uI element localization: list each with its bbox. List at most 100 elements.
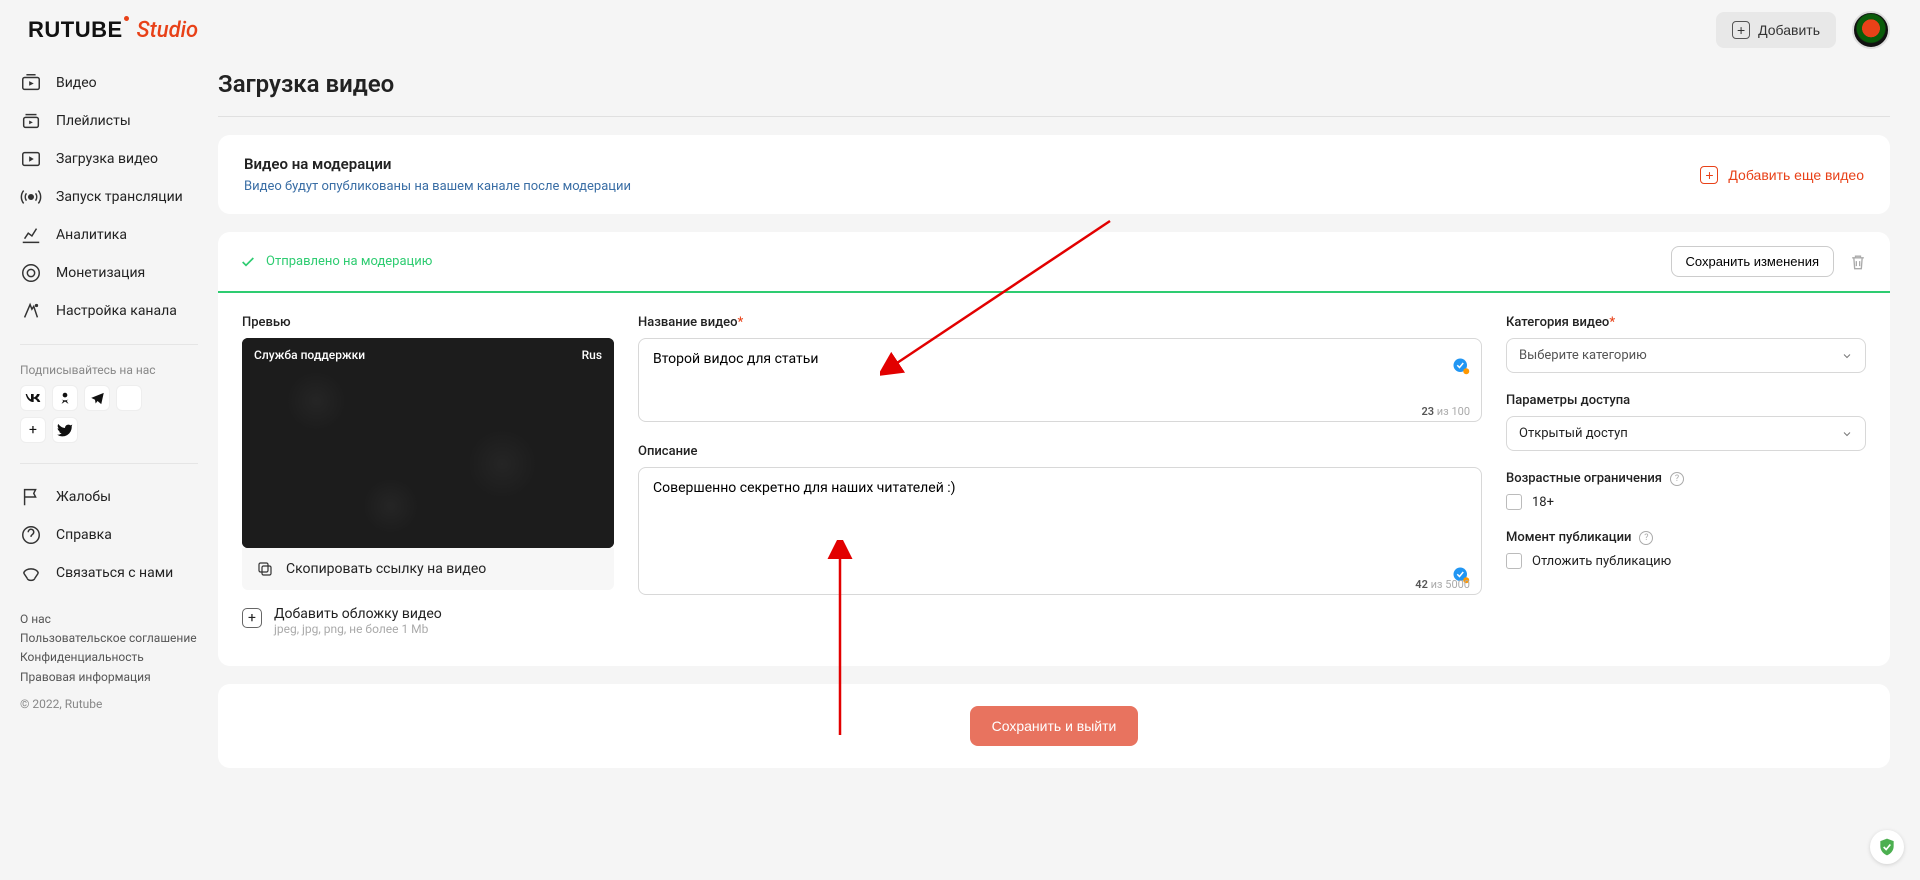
sidebar-item-label: Жалобы: [56, 489, 111, 505]
video-thumbnail[interactable]: Служба поддержки Rus Видео на модерации: [242, 338, 614, 548]
sidebar-item-contact[interactable]: Связаться с нами: [20, 554, 218, 592]
header-right: + Добавить: [1716, 11, 1890, 49]
footer-legal[interactable]: Правовая информация: [20, 668, 218, 687]
ok-icon[interactable]: [52, 385, 78, 411]
status-text: Отправлено на модерацию: [266, 254, 432, 269]
age-checkbox[interactable]: 18+: [1506, 494, 1866, 510]
category-group: Категория видео* Выберите категорию: [1506, 315, 1866, 373]
sidebar-item-upload[interactable]: Загрузка видео: [20, 140, 218, 178]
editor-card: Отправлено на модерацию Сохранить измене…: [218, 232, 1890, 666]
publish-label: Момент публикации: [1506, 530, 1631, 545]
sidebar-item-playlists[interactable]: Плейлисты: [20, 102, 218, 140]
sidebar-item-analytics[interactable]: Аналитика: [20, 216, 218, 254]
social-row: [20, 385, 218, 411]
checkbox-icon: [1506, 553, 1522, 569]
footer-privacy[interactable]: Конфиденциальность: [20, 648, 218, 667]
social-placeholder-icon[interactable]: [116, 385, 142, 411]
sidebar-item-label: Связаться с нами: [56, 565, 173, 581]
subscribe-label: Подписывайтесь на нас: [20, 359, 218, 385]
copyright: © 2022, Rutube: [20, 697, 218, 711]
stream-icon: [20, 186, 42, 208]
logo-dot-icon: [124, 16, 129, 21]
sidebar-item-label: Справка: [56, 527, 112, 543]
footer-terms[interactable]: Пользовательское соглашение: [20, 629, 218, 648]
preview-label: Превью: [242, 315, 614, 330]
add-cover-hint: jpeg, jpg, png, не более 1 Mb: [274, 622, 442, 636]
divider: [20, 463, 198, 464]
age-checkbox-label: 18+: [1532, 495, 1554, 510]
trash-icon[interactable]: [1848, 252, 1868, 272]
help-icon: [20, 524, 42, 546]
logo-studio: Studio: [137, 18, 198, 43]
category-select[interactable]: Выберите категорию: [1506, 338, 1866, 373]
help-icon[interactable]: ?: [1670, 472, 1684, 486]
logo-rutube: RUTUBE: [28, 17, 123, 43]
moderation-card: Видео на модерации Видео будут опубликов…: [218, 135, 1890, 214]
divider: [20, 344, 198, 345]
access-group: Параметры доступа Открытый доступ: [1506, 393, 1866, 451]
add-more-video-button[interactable]: + Добавить еще видео: [1700, 166, 1864, 184]
video-icon: [20, 72, 42, 94]
sidebar-item-label: Загрузка видео: [56, 151, 158, 167]
publish-checkbox[interactable]: Отложить публикацию: [1506, 553, 1866, 569]
add-button[interactable]: + Добавить: [1716, 12, 1836, 48]
check-icon: [240, 254, 256, 270]
monetization-icon: [20, 262, 42, 284]
main: Загрузка видео Видео на модерации Видео …: [218, 60, 1920, 880]
title-char-count: 23 из 100: [1421, 405, 1470, 418]
status-left: Отправлено на модерацию: [240, 254, 432, 270]
vk-icon[interactable]: [20, 385, 46, 411]
thumb-lang-badge: Rus: [582, 348, 602, 362]
moderation-title: Видео на модерации: [244, 155, 631, 173]
plus-social-icon[interactable]: +: [20, 417, 46, 443]
sidebar: Видео Плейлисты Загрузка видео Запуск тр…: [0, 60, 218, 880]
sidebar-item-label: Плейлисты: [56, 113, 131, 129]
moderation-subtitle: Видео будут опубликованы на вашем канале…: [244, 179, 631, 194]
chevron-down-icon: [1841, 428, 1853, 440]
sidebar-item-stream[interactable]: Запуск трансляции: [20, 178, 218, 216]
checkbox-icon: [1506, 494, 1522, 510]
publish-group: Момент публикации ? Отложить публикацию: [1506, 530, 1866, 569]
video-title-input[interactable]: [638, 338, 1482, 422]
add-button-label: Добавить: [1758, 22, 1820, 38]
logo[interactable]: RUTUBE Studio: [28, 17, 198, 43]
copy-link-button[interactable]: Скопировать ссылку на видео: [242, 548, 614, 590]
plus-icon: +: [1732, 21, 1750, 39]
thumb-support-badge: Служба поддержки: [254, 348, 365, 362]
add-cover-button[interactable]: + Добавить обложку видео jpeg, jpg, png,…: [242, 606, 614, 636]
footer-about[interactable]: О нас: [20, 610, 218, 629]
plus-icon: +: [1700, 166, 1718, 184]
sidebar-item-video[interactable]: Видео: [20, 64, 218, 102]
playlist-icon: [20, 110, 42, 132]
sidebar-item-help[interactable]: Справка: [20, 516, 218, 554]
help-icon[interactable]: ?: [1639, 531, 1653, 545]
fields-column: Название видео* 23 из 100 Описание 42 из…: [638, 315, 1482, 636]
sidebar-item-settings[interactable]: Настройка канала: [20, 292, 218, 330]
save-changes-button[interactable]: Сохранить изменения: [1671, 246, 1835, 277]
copy-icon: [256, 560, 274, 578]
shield-badge-icon[interactable]: [1870, 830, 1904, 864]
chevron-down-icon: [1841, 350, 1853, 362]
title-label: Название видео*: [638, 315, 1482, 330]
twitter-icon[interactable]: [52, 417, 78, 443]
save-exit-button[interactable]: Сохранить и выйти: [970, 706, 1139, 746]
verified-badge-icon: [1452, 357, 1470, 375]
footer-links: О нас Пользовательское соглашение Конфид…: [20, 610, 218, 687]
sidebar-item-monetization[interactable]: Монетизация: [20, 254, 218, 292]
age-label: Возрастные ограничения: [1506, 471, 1662, 486]
add-more-label: Добавить еще видео: [1728, 167, 1864, 183]
telegram-icon[interactable]: [84, 385, 110, 411]
sidebar-item-complaints[interactable]: Жалобы: [20, 478, 218, 516]
access-select[interactable]: Открытый доступ: [1506, 416, 1866, 451]
avatar[interactable]: [1852, 11, 1890, 49]
description-input[interactable]: [638, 467, 1482, 595]
category-placeholder: Выберите категорию: [1519, 348, 1647, 363]
access-label: Параметры доступа: [1506, 393, 1866, 408]
header: RUTUBE Studio + Добавить: [0, 0, 1920, 60]
category-label: Категория видео*: [1506, 315, 1866, 330]
upload-icon: [20, 148, 42, 170]
page-title: Загрузка видео: [218, 60, 1890, 117]
thumb-bg: [242, 338, 614, 548]
flag-icon: [20, 486, 42, 508]
contact-icon: [20, 562, 42, 584]
